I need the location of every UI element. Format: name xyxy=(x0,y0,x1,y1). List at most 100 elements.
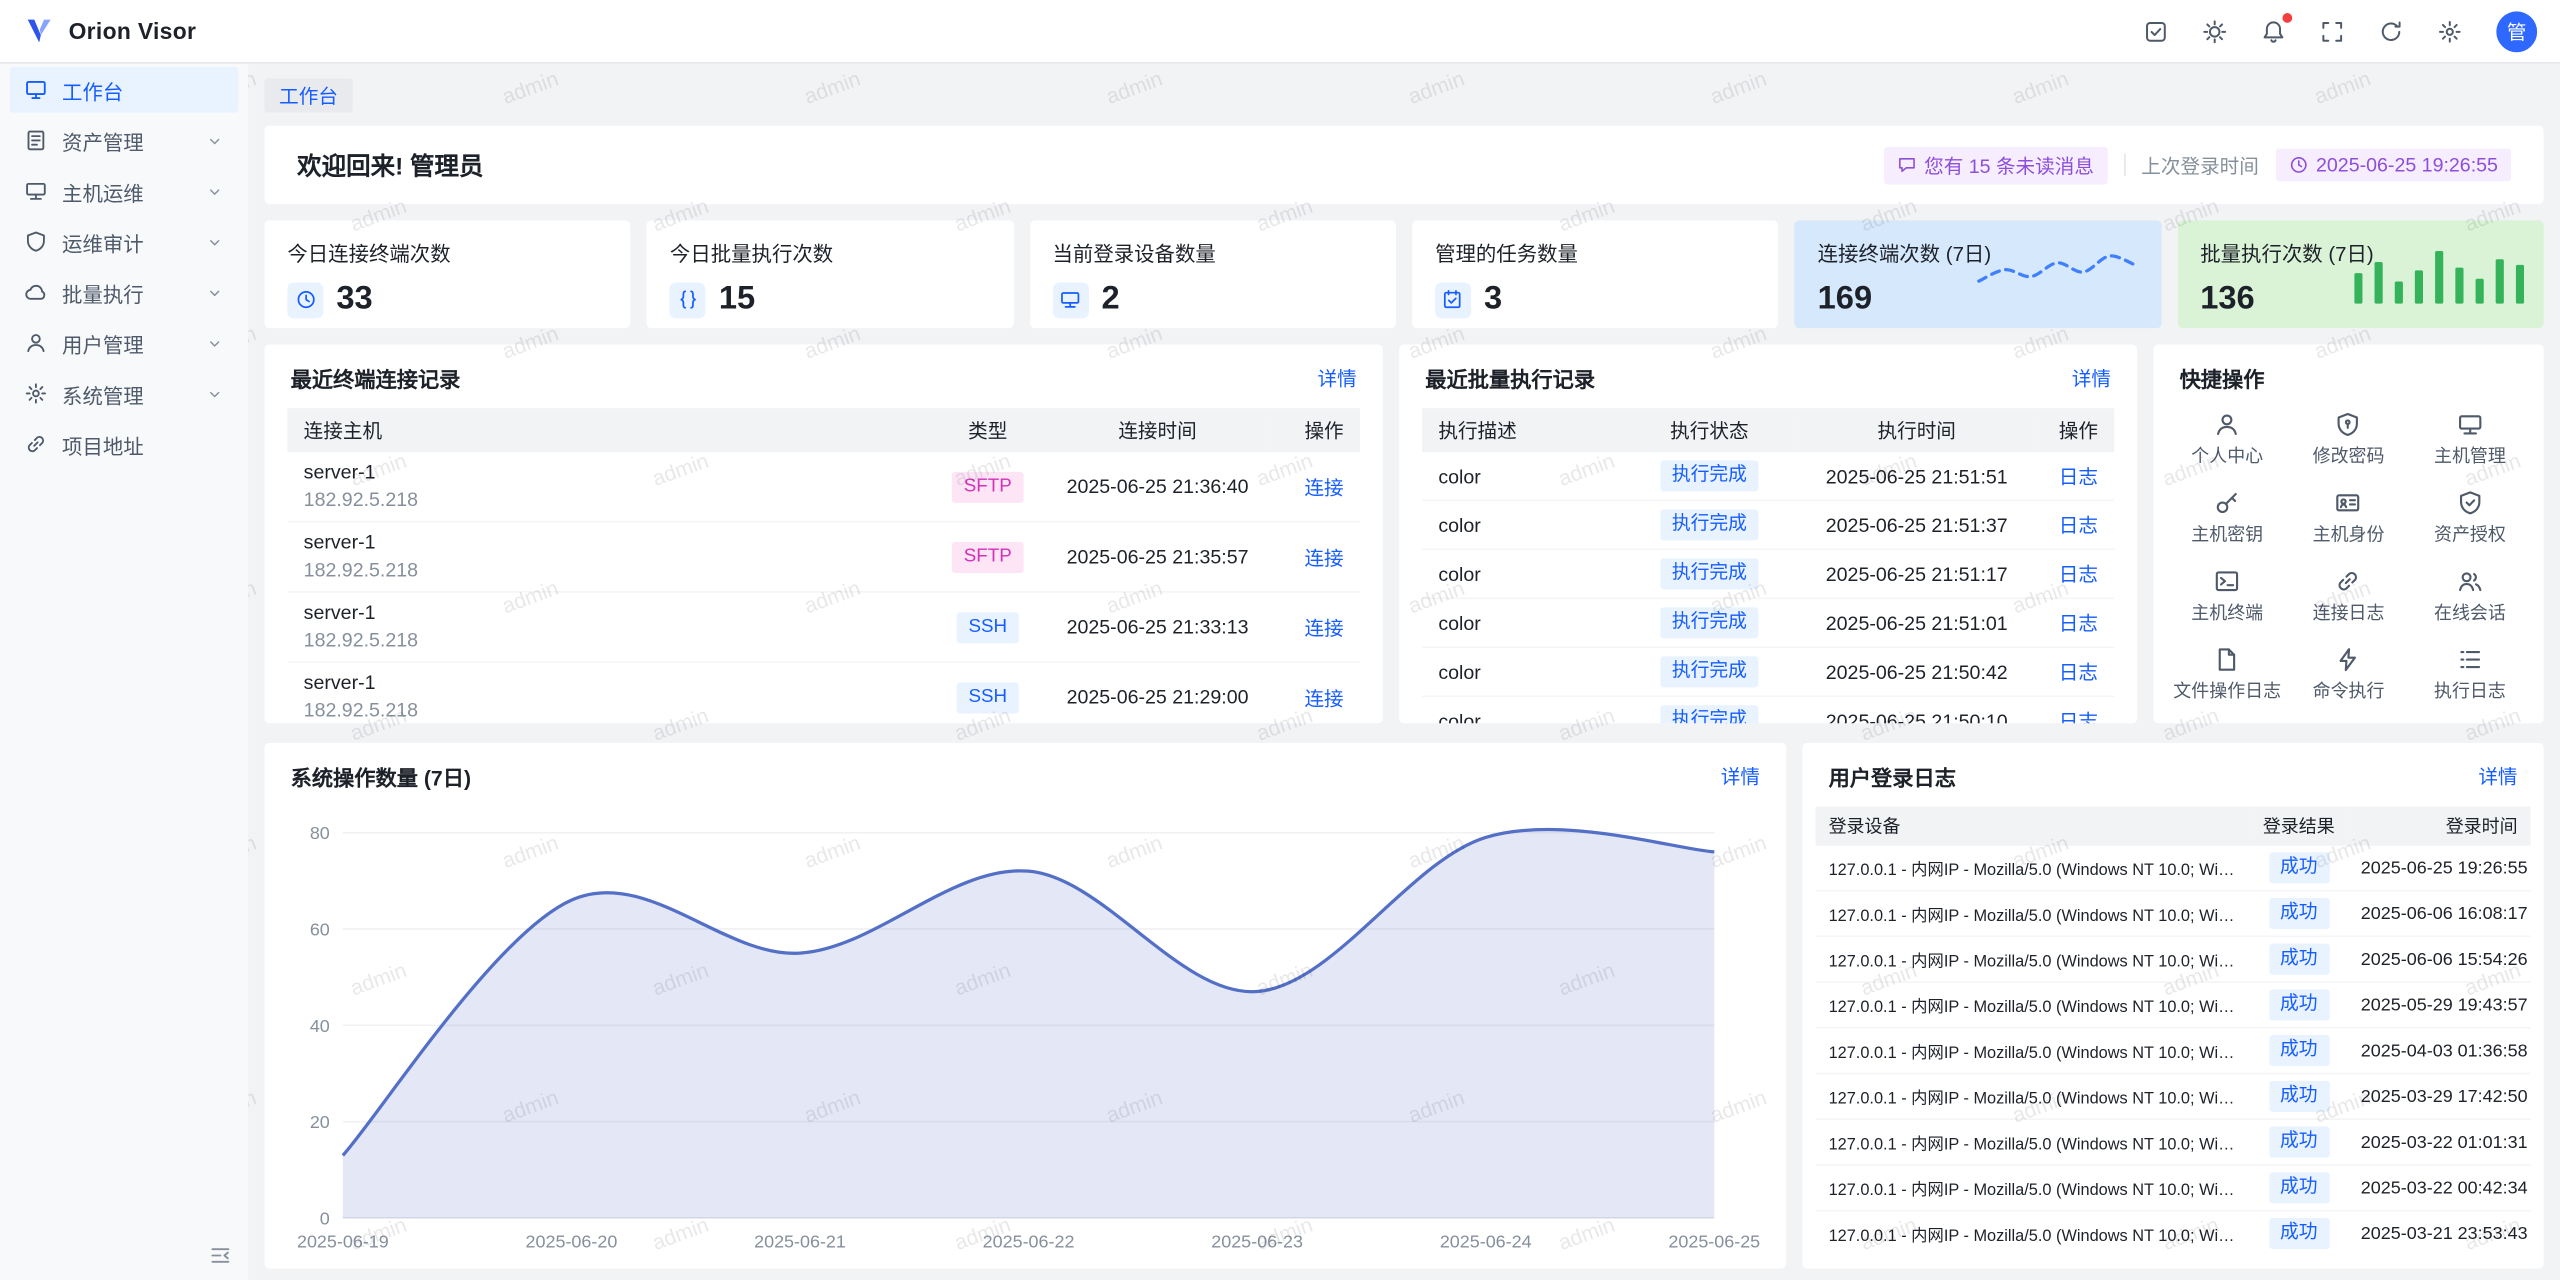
sidebar-item-label: 用户管理 xyxy=(62,327,191,358)
login-log-row: 127.0.0.1 - 内网IP - Mozilla/5.0 (Windows … xyxy=(1816,1073,2531,1119)
brand[interactable]: Orion Visor xyxy=(23,15,196,48)
batch-record-row: color 执行完成 2025-06-25 21:51:51 日志 xyxy=(1422,452,2114,500)
fullscreen-button[interactable] xyxy=(2320,19,2344,43)
theme-button[interactable] xyxy=(2202,19,2226,43)
stat-card-today-batch: 今日批量执行次数 15 xyxy=(647,220,1013,328)
quick-action-online-session[interactable]: 在线会话 xyxy=(2409,568,2530,625)
sidebar-item-batch-exec[interactable]: 批量执行 xyxy=(10,269,239,315)
unread-messages-text: 您有 15 条未读消息 xyxy=(1924,151,2094,179)
terminal-records-detail-link[interactable]: 详情 xyxy=(1318,364,1357,392)
connect-link[interactable]: 连接 xyxy=(1304,616,1343,639)
quick-action-file-log[interactable]: 文件操作日志 xyxy=(2167,647,2288,704)
login-log-row: 127.0.0.1 - 内网IP - Mozilla/5.0 (Windows … xyxy=(1816,846,2531,891)
stats-row: 今日连接终端次数 33 今日批量执行次数 15 当前登录设备数量 2 管理的任务… xyxy=(264,220,2543,328)
login-device: 127.0.0.1 - 内网IP - Mozilla/5.0 (Windows … xyxy=(1816,1211,2250,1256)
quick-action-command-exec[interactable]: 命令执行 xyxy=(2288,647,2409,704)
sidebar-item-audit[interactable]: 运维审计 xyxy=(10,219,239,265)
user-avatar[interactable]: 管 xyxy=(2496,11,2537,52)
quick-action-connect-log[interactable]: 连接日志 xyxy=(2288,568,2409,625)
sidebar-item-label: 批量执行 xyxy=(62,277,191,308)
quick-action-host-manage[interactable]: 主机管理 xyxy=(2409,411,2530,468)
sidebar-item-project-url[interactable]: 项目地址 xyxy=(10,421,239,467)
login-time: 2025-06-25 19:26:55 xyxy=(2348,846,2531,891)
exec-status-tag: 执行完成 xyxy=(1660,705,1758,723)
stat-value: 15 xyxy=(719,281,755,319)
login-result-tag: 成功 xyxy=(2269,1127,2329,1158)
batch-record-row: color 执行完成 2025-06-25 21:50:10 日志 xyxy=(1422,696,2114,723)
svg-text:0: 0 xyxy=(320,1208,330,1228)
connect-link[interactable]: 连接 xyxy=(1304,546,1343,569)
exec-description: color xyxy=(1422,500,1624,549)
sidebar: 工作台 资产管理 主机运维 运维审计 批量执行 用户管理 系统管理 项目地址 xyxy=(0,62,248,1280)
connect-link[interactable]: 连接 xyxy=(1304,476,1343,499)
clock-icon xyxy=(287,282,323,318)
watermark-text: admin xyxy=(248,321,259,364)
unread-messages-chip[interactable]: 您有 15 条未读消息 xyxy=(1883,146,2107,184)
column-header: 登录时间 xyxy=(2348,807,2531,846)
log-link[interactable]: 日志 xyxy=(2059,514,2098,537)
quick-action-label: 主机终端 xyxy=(2191,604,2263,625)
login-time: 2025-04-03 01:36:58 xyxy=(2348,1028,2531,1074)
login-result-tag: 成功 xyxy=(2269,989,2329,1020)
exec-description: color xyxy=(1422,696,1624,723)
svg-text:60: 60 xyxy=(310,920,330,940)
refresh-button[interactable] xyxy=(2379,19,2403,43)
stat-value: 33 xyxy=(336,281,372,319)
log-link[interactable]: 日志 xyxy=(2059,563,2098,586)
breadcrumb-item-workbench[interactable]: 工作台 xyxy=(264,78,352,112)
login-device: 127.0.0.1 - 内网IP - Mozilla/5.0 (Windows … xyxy=(1816,891,2250,937)
login-log-title: 用户登录日志 xyxy=(1829,761,1956,792)
login-result-tag: 成功 xyxy=(2269,898,2329,929)
log-link[interactable]: 日志 xyxy=(2059,661,2098,684)
welcome-meta: 您有 15 条未读消息 上次登录时间 2025-06-25 19:26:55 xyxy=(1883,146,2511,184)
host-name: server-1 xyxy=(304,531,913,555)
sidebar-item-label: 工作台 xyxy=(62,74,224,105)
host-name: server-1 xyxy=(304,601,913,625)
log-link[interactable]: 日志 xyxy=(2059,710,2098,723)
connect-link[interactable]: 连接 xyxy=(1304,687,1343,710)
quick-actions-card: 快捷操作 个人中心 修改密码 主机管理 主机密钥 主机身份 资产授权 主机终端 … xyxy=(2153,344,2543,723)
terminal-record-row: server-1 182.92.5.218 SFTP 2025-06-25 21… xyxy=(287,452,1360,521)
notifications-button[interactable] xyxy=(2261,19,2285,43)
quick-actions-title: 快捷操作 xyxy=(2180,362,2265,393)
quick-action-asset-grant[interactable]: 资产授权 xyxy=(2409,490,2530,547)
batch-records-detail-link[interactable]: 详情 xyxy=(2072,364,2111,392)
login-device: 127.0.0.1 - 内网IP - Mozilla/5.0 (Windows … xyxy=(1816,936,2250,982)
sidebar-item-system-manage[interactable]: 系统管理 xyxy=(10,371,239,417)
trend-card-terminal-7d: 连接终端次数 (7日) 169 xyxy=(1795,220,2161,328)
login-time: 2025-03-21 23:53:43 xyxy=(2348,1211,2531,1256)
quick-action-host-identity[interactable]: 主机身份 xyxy=(2288,490,2409,547)
chevron-down-icon xyxy=(206,283,224,301)
svg-text:2025-06-19: 2025-06-19 xyxy=(297,1231,389,1251)
quick-action-password[interactable]: 修改密码 xyxy=(2288,411,2409,468)
settings-button[interactable] xyxy=(2438,19,2462,43)
collapse-sidebar-icon[interactable] xyxy=(209,1244,232,1267)
sidebar-item-assets[interactable]: 资产管理 xyxy=(10,118,239,164)
terminal-records-card: 最近终端连接记录 详情 连接主机类型连接时间操作 server-1 182.92… xyxy=(264,344,1382,723)
sidebar-item-host-ops[interactable]: 主机运维 xyxy=(10,168,239,214)
app-logo-icon xyxy=(23,15,56,48)
quick-action-host-terminal[interactable]: 主机终端 xyxy=(2167,568,2288,625)
chevron-down-icon xyxy=(206,182,224,200)
sidebar-item-user-manage[interactable]: 用户管理 xyxy=(10,320,239,366)
login-log-detail-link[interactable]: 详情 xyxy=(2478,762,2517,790)
login-device: 127.0.0.1 - 内网IP - Mozilla/5.0 (Windows … xyxy=(1816,1119,2250,1165)
quick-action-profile[interactable]: 个人中心 xyxy=(2167,411,2288,468)
quick-action-host-key[interactable]: 主机密钥 xyxy=(2167,490,2288,547)
host-name: server-1 xyxy=(304,460,913,484)
watermark-text: admin xyxy=(248,66,259,109)
quick-action-exec-log[interactable]: 执行日志 xyxy=(2409,647,2530,704)
log-link[interactable]: 日志 xyxy=(2059,612,2098,635)
log-link[interactable]: 日志 xyxy=(2059,465,2098,488)
link-icon xyxy=(24,433,47,456)
watermark-text: admin xyxy=(248,575,259,618)
message-icon xyxy=(1896,155,1916,175)
exec-time: 2025-06-25 21:51:17 xyxy=(1794,549,2039,598)
sidebar-item-workbench[interactable]: 工作台 xyxy=(10,67,239,113)
login-device: 127.0.0.1 - 内网IP - Mozilla/5.0 (Windows … xyxy=(1816,982,2250,1028)
svg-text:2025-06-21: 2025-06-21 xyxy=(754,1231,846,1251)
svg-text:20: 20 xyxy=(310,1112,330,1132)
stat-value: 3 xyxy=(1484,281,1502,319)
tasks-button[interactable] xyxy=(2144,19,2168,43)
operations-chart-detail-link[interactable]: 详情 xyxy=(1721,762,1760,790)
